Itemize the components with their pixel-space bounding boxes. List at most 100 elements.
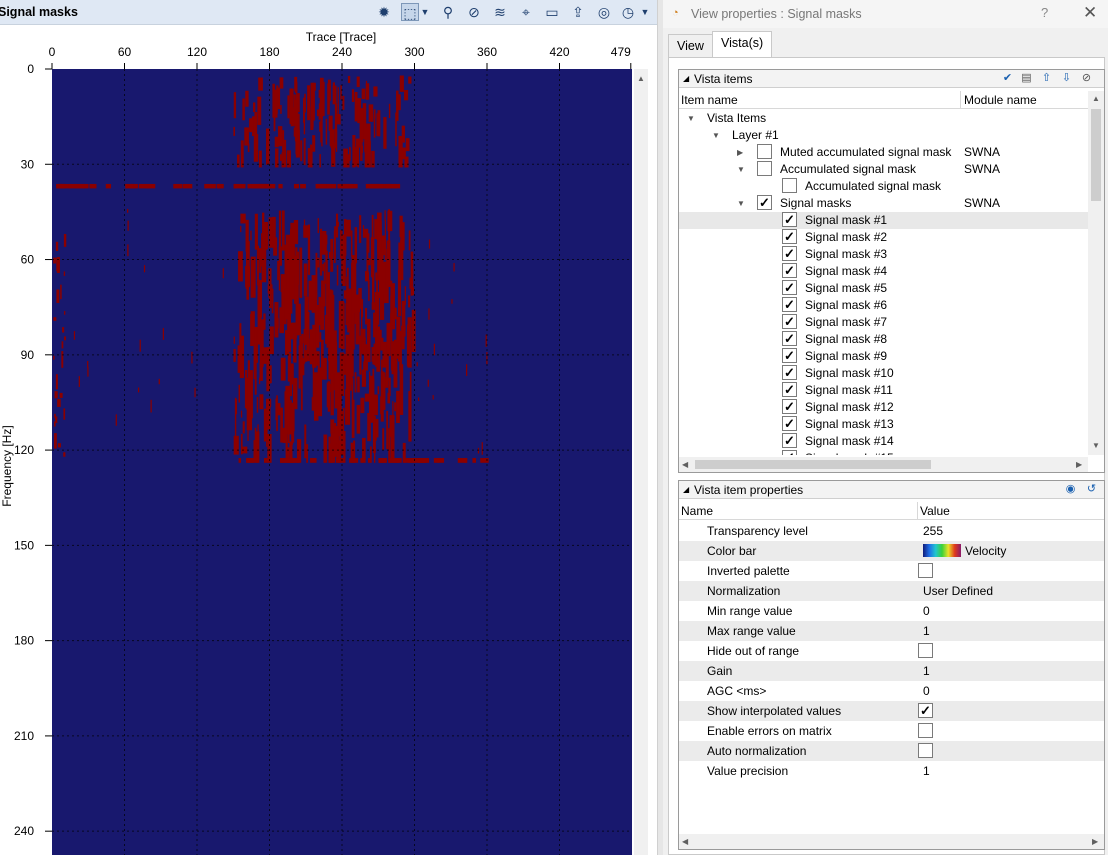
overflow-icon[interactable]: ▼ [639, 3, 651, 21]
property-value[interactable]: 1 [923, 624, 930, 638]
select-zoom-icon[interactable]: ⬚ [401, 3, 419, 21]
item-checkbox[interactable]: ✓ [782, 450, 797, 455]
item-checkbox[interactable] [782, 178, 797, 193]
item-checkbox[interactable]: ✓ [782, 331, 797, 346]
tree-hscrollbar[interactable]: ◀ ▶ [679, 457, 1088, 472]
tree-row[interactable]: ✓ Signal mask #13 [679, 416, 1088, 433]
tree-row[interactable]: ✓ Signal mask #2 [679, 229, 1088, 246]
tree-row[interactable]: ▼ Accumulated signal mask SWNA [679, 161, 1088, 178]
signal-mask-plot[interactable]: Trace [Trace] Frequency [Hz] 0 60 120 180 24… [0, 25, 657, 855]
help-button[interactable]: ? [1041, 5, 1048, 20]
property-value[interactable]: User Defined [923, 584, 993, 598]
remove-icon[interactable]: ⊘ [1079, 71, 1094, 86]
property-value[interactable]: Velocity [965, 544, 1006, 558]
item-checkbox[interactable]: ✓ [782, 314, 797, 329]
reset-icon[interactable]: ↺ [1084, 482, 1099, 497]
scroll-right-arrow[interactable]: ▶ [1092, 837, 1098, 846]
magnifier-icon[interactable]: ⚲ [439, 3, 457, 21]
spectrum-icon[interactable]: ◎ [595, 3, 613, 21]
check-all-icon[interactable]: ✔ [1000, 71, 1015, 86]
item-checkbox[interactable]: ✓ [782, 382, 797, 397]
settings-icon[interactable]: ✹ [375, 3, 393, 21]
tree-row[interactable]: ✓ Signal mask #12 [679, 399, 1088, 416]
dropdown-icon[interactable]: ▼ [419, 3, 431, 21]
tree-row[interactable]: ▼ ✓ Signal masks SWNA [679, 195, 1088, 212]
item-checkbox[interactable]: ✓ [782, 280, 797, 295]
column-name[interactable]: Name [681, 504, 713, 518]
tree-row[interactable]: ✓ Signal mask #14 [679, 433, 1088, 450]
tree-row[interactable]: ✓ Signal mask #15 [679, 450, 1088, 455]
tree-row[interactable]: ✓ Signal mask #9 [679, 348, 1088, 365]
tree-row[interactable]: ▼ Vista Items [679, 110, 1088, 127]
property-value[interactable]: 0 [923, 684, 930, 698]
property-value[interactable]: 1 [923, 664, 930, 678]
scroll-thumb[interactable] [1091, 109, 1101, 201]
tree-row[interactable]: ✓ Signal mask #5 [679, 280, 1088, 297]
crosshair-icon[interactable]: ⌖ [517, 3, 535, 21]
item-checkbox[interactable]: ✓ [782, 365, 797, 380]
layers-icon[interactable]: ≋ [491, 3, 509, 21]
tree-row[interactable]: ▼ Layer #1 [679, 127, 1088, 144]
tree-row[interactable]: ✓ Signal mask #10 [679, 365, 1088, 382]
item-checkbox[interactable]: ✓ [782, 246, 797, 261]
hscroll-thumb[interactable] [695, 460, 931, 469]
item-checkbox[interactable]: ✓ [782, 263, 797, 278]
tab-vistas[interactable]: Vista(s) [712, 31, 773, 58]
property-checkbox[interactable] [918, 563, 933, 578]
column-module-name[interactable]: Module name [964, 93, 1037, 107]
color-bar-swatch[interactable] [923, 544, 961, 557]
scroll-left-arrow[interactable]: ◀ [682, 837, 688, 846]
column-item-name[interactable]: Item name [681, 93, 738, 107]
item-checkbox[interactable]: ✓ [782, 433, 797, 448]
plot-vscrollbar[interactable] [634, 69, 648, 855]
property-checkbox[interactable] [918, 643, 933, 658]
properties-hscrollbar[interactable]: ◀ ▶ [679, 834, 1104, 849]
expand-arrow-icon[interactable]: ▼ [712, 131, 720, 140]
navigate-icon[interactable]: ◷ [619, 3, 637, 21]
collapsed-arrow-icon[interactable]: ▶ [737, 148, 743, 157]
scroll-right-arrow[interactable]: ▶ [1076, 460, 1082, 469]
item-checkbox[interactable]: ✓ [757, 195, 772, 210]
tree-row[interactable]: ✓ Signal mask #7 [679, 314, 1088, 331]
vista-items-header[interactable]: ◢ Vista items ✔ ▤ ⇧ ⇩ ⊘ [679, 70, 1104, 88]
property-checkbox[interactable] [918, 743, 933, 758]
property-checkbox[interactable]: ✓ [918, 703, 933, 718]
collapse-triangle-icon[interactable]: ◢ [683, 485, 689, 494]
expand-arrow-icon[interactable]: ▼ [737, 199, 745, 208]
scroll-left-arrow[interactable]: ◀ [682, 460, 688, 469]
item-checkbox[interactable] [757, 144, 772, 159]
item-properties-header[interactable]: ◢ Vista item properties ◉ ↺ [679, 481, 1104, 499]
scroll-up-arrow[interactable]: ▲ [1092, 94, 1100, 103]
tab-view[interactable]: View [668, 34, 713, 57]
tree-row[interactable]: ✓ Signal mask #8 [679, 331, 1088, 348]
property-checkbox[interactable] [918, 723, 933, 738]
scroll-up-arrow[interactable]: ▲ [637, 74, 645, 83]
property-value[interactable]: 255 [923, 524, 943, 538]
tree-row[interactable]: ✓ Signal mask #3 [679, 246, 1088, 263]
item-checkbox[interactable]: ✓ [782, 297, 797, 312]
tree-row[interactable]: ✓ Signal mask #1 [679, 212, 1088, 229]
item-checkbox[interactable]: ✓ [782, 229, 797, 244]
tree-vscrollbar[interactable]: ▲ ▼ [1088, 91, 1104, 455]
item-checkbox[interactable]: ✓ [782, 212, 797, 227]
copy-icon[interactable]: ▤ [1019, 71, 1034, 86]
column-separator[interactable] [960, 91, 961, 109]
item-checkbox[interactable] [757, 161, 772, 176]
move-down-icon[interactable]: ⇩ [1059, 71, 1074, 86]
tree-row[interactable]: ✓ Signal mask #6 [679, 297, 1088, 314]
pick-icon[interactable]: ⊘ [465, 3, 483, 21]
tree-row[interactable]: Accumulated signal mask [679, 178, 1088, 195]
expand-arrow-icon[interactable]: ▼ [687, 114, 695, 123]
item-checkbox[interactable]: ✓ [782, 399, 797, 414]
tree-row[interactable]: ▶ Muted accumulated signal mask SWNA [679, 144, 1088, 161]
expand-arrow-icon[interactable]: ▼ [737, 165, 745, 174]
column-value[interactable]: Value [920, 504, 950, 518]
item-checkbox[interactable]: ✓ [782, 416, 797, 431]
item-checkbox[interactable]: ✓ [782, 348, 797, 363]
tree-row[interactable]: ✓ Signal mask #4 [679, 263, 1088, 280]
move-up-icon[interactable]: ⇧ [1039, 71, 1054, 86]
scroll-down-arrow[interactable]: ▼ [1092, 441, 1100, 450]
annotation-icon[interactable]: ▭ [543, 3, 561, 21]
property-value[interactable]: 0 [923, 604, 930, 618]
property-value[interactable]: 1 [923, 764, 930, 778]
